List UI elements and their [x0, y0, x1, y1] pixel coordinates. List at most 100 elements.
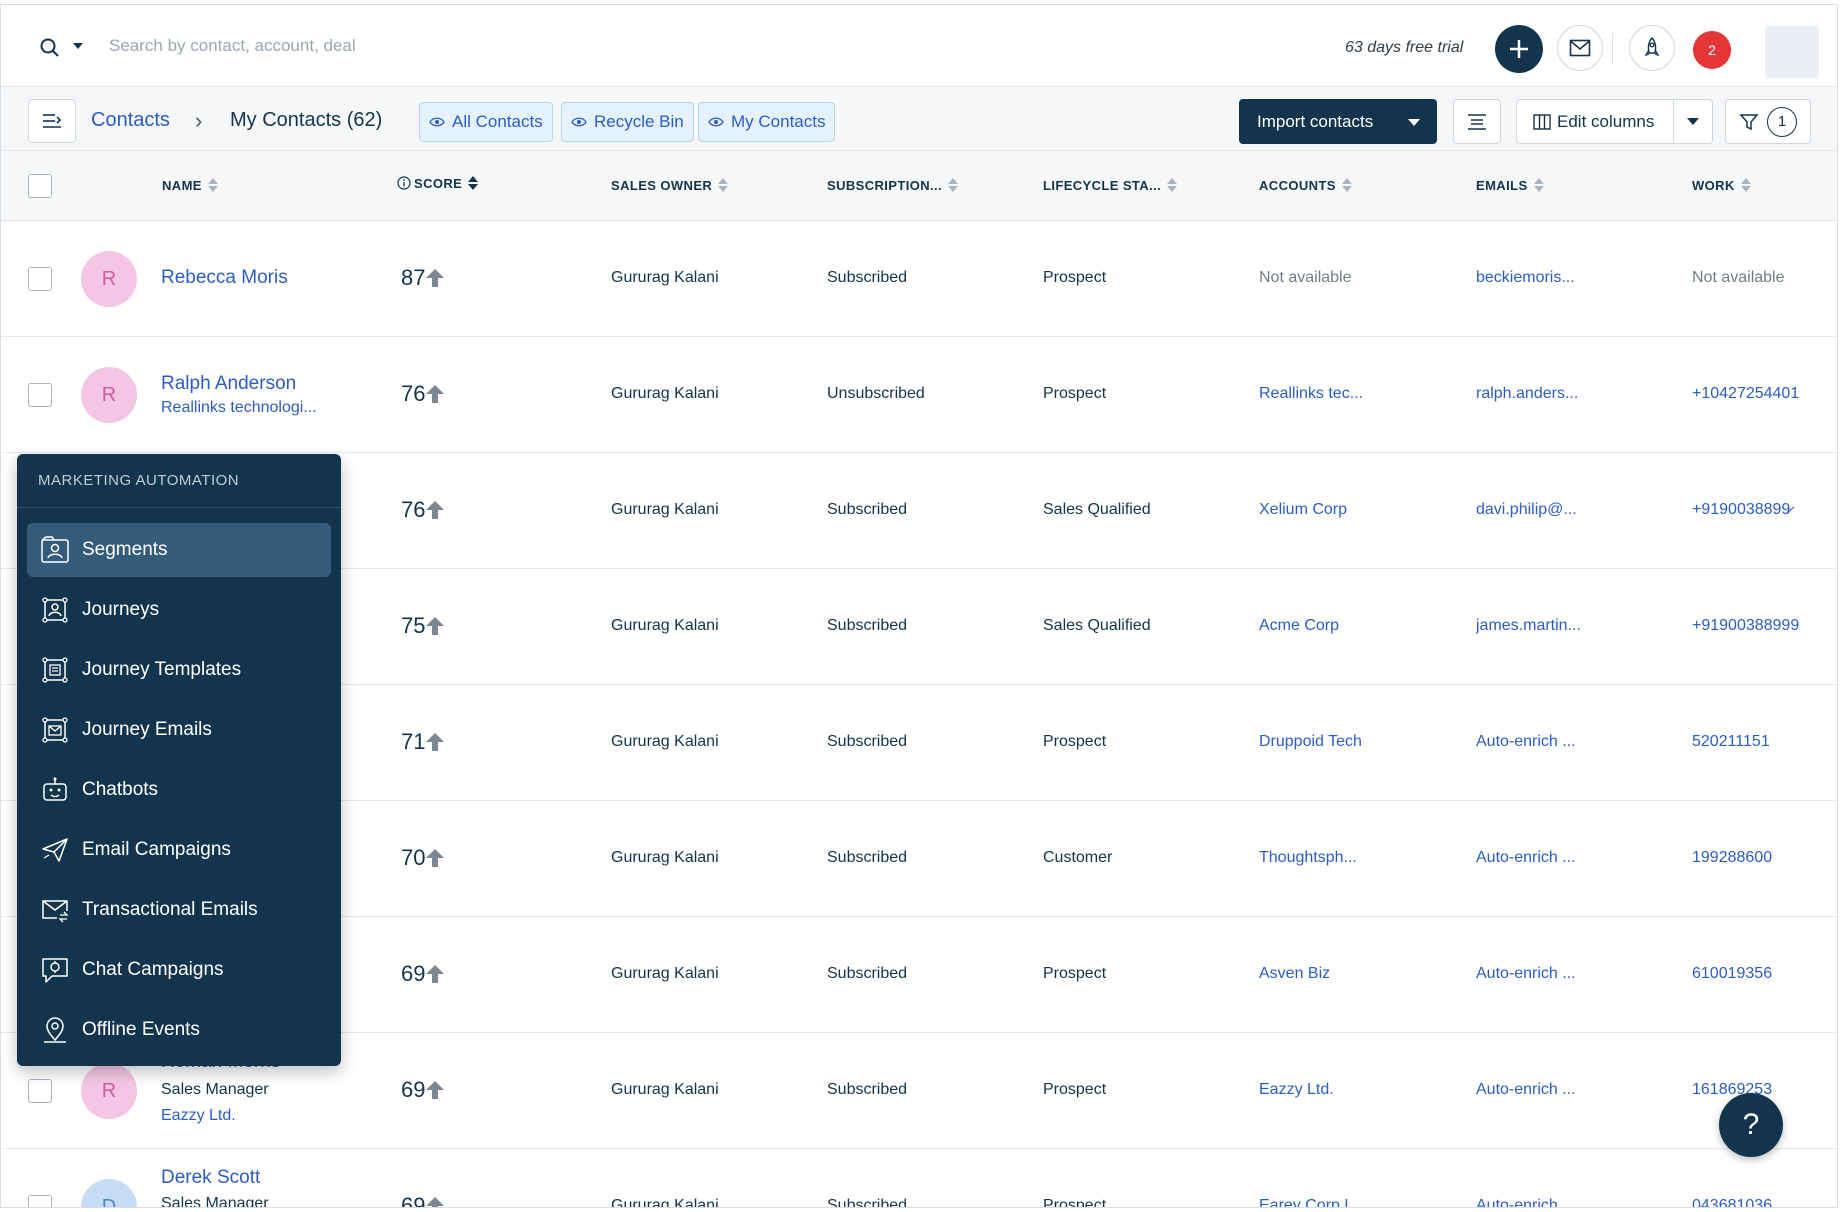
avatar[interactable]: R	[81, 367, 137, 423]
lifecycle-cell: Sales Qualified	[1043, 501, 1151, 518]
account-cell[interactable]: Acme Corp	[1259, 617, 1339, 635]
table-row[interactable]: R Rebecca Moris 87 Gururag Kalani Subscr…	[1, 221, 1837, 337]
edit-columns-dropdown-button[interactable]	[1673, 99, 1713, 144]
account-cell[interactable]: Reallinks tec...	[1259, 385, 1363, 403]
score-value: 69	[401, 961, 445, 987]
menu-item-journey-emails[interactable]: Journey Emails	[27, 703, 331, 757]
table-row[interactable]: D Derek Scott Sales Manager 69 Gururag K…	[1, 1149, 1837, 1207]
email-cell[interactable]: Auto-enrich ...	[1476, 1197, 1576, 1207]
email-cell[interactable]: ralph.anders...	[1476, 385, 1578, 403]
work-phone-cell[interactable]: 043681036	[1692, 1197, 1772, 1207]
menu-item-offline-events[interactable]: Offline Events	[27, 1003, 331, 1057]
contact-company-link[interactable]: Eazzy Ltd.	[161, 1107, 236, 1125]
work-phone-cell[interactable]: +9190038899̷	[1692, 501, 1810, 519]
row-density-button[interactable]	[1453, 99, 1501, 144]
user-avatar[interactable]	[1765, 26, 1819, 78]
menu-item-chatbots[interactable]: Chatbots	[27, 763, 331, 817]
view-chip-all-contacts[interactable]: All Contacts	[419, 102, 553, 142]
email-cell[interactable]: Auto-enrich ...	[1476, 733, 1576, 751]
page-title: My Contacts (62)	[230, 109, 383, 131]
score-number: 71	[401, 729, 426, 754]
avatar[interactable]: R	[81, 1063, 137, 1119]
score-value: 69	[401, 1193, 445, 1207]
contact-name-link[interactable]: Rebecca Moris	[161, 267, 288, 289]
column-header-emails[interactable]: EMAILS	[1476, 177, 1544, 193]
sort-desc-icon	[468, 175, 479, 191]
table-row[interactable]: R Ralph Anderson Reallinks technologi...…	[1, 337, 1837, 453]
row-checkbox[interactable]	[28, 1195, 52, 1207]
work-phone-cell[interactable]: 610019356	[1692, 965, 1772, 983]
column-header-work[interactable]: WORK	[1692, 177, 1751, 193]
avatar[interactable]: R	[81, 251, 137, 307]
avatar[interactable]: D	[81, 1179, 137, 1207]
menu-item-transactional-emails[interactable]: Transactional Emails	[27, 883, 331, 937]
view-chip-my-contacts[interactable]: My Contacts	[698, 102, 836, 142]
email-cell[interactable]: james.martin...	[1476, 617, 1581, 635]
email-cell[interactable]: Auto-enrich ...	[1476, 849, 1576, 867]
column-header-subscription[interactable]: SUBSCRIPTION...	[827, 177, 959, 193]
lifecycle-cell: Prospect	[1043, 385, 1107, 402]
work-phone-cell[interactable]: 520211151	[1692, 733, 1770, 751]
column-label: LIFECYCLE STA...	[1043, 177, 1162, 193]
email-button[interactable]	[1557, 25, 1603, 71]
menu-item-email-campaigns[interactable]: Email Campaigns	[27, 823, 331, 877]
work-phone-cell[interactable]: +10427254401	[1692, 385, 1822, 403]
info-icon	[397, 176, 411, 190]
menu-divider	[17, 507, 341, 508]
row-checkbox[interactable]	[28, 383, 52, 407]
contact-name-link[interactable]: Derek Scott	[161, 1167, 260, 1189]
row-checkbox[interactable]	[28, 267, 52, 291]
email-cell[interactable]: Auto-enrich ...	[1476, 1081, 1576, 1099]
lifecycle-cell: Prospect	[1043, 965, 1107, 982]
column-label: SCORE	[414, 175, 463, 191]
account-cell[interactable]: Earey Corp L...	[1259, 1197, 1367, 1207]
column-header-accounts[interactable]: ACCOUNTS	[1259, 177, 1352, 193]
menu-item-label: Journey Emails	[82, 719, 212, 740]
contact-name-link[interactable]: Ralph Anderson	[161, 373, 296, 395]
menu-item-journeys[interactable]: Journeys	[27, 583, 331, 637]
sort-icon	[1740, 177, 1751, 193]
account-cell[interactable]: Xelium Corp	[1259, 501, 1347, 519]
help-button[interactable]: ?	[1719, 1093, 1783, 1157]
search-icon[interactable]	[39, 37, 61, 59]
account-cell[interactable]: Thoughtsph...	[1259, 849, 1357, 867]
work-phone-cell[interactable]: +91900388999	[1692, 617, 1810, 635]
column-header-score[interactable]: SCORE	[397, 175, 479, 191]
journey-emails-icon	[42, 717, 68, 743]
select-all-checkbox[interactable]	[28, 174, 52, 198]
column-header-sales-owner[interactable]: SALES OWNER	[611, 177, 729, 193]
import-dropdown-icon[interactable]	[1408, 119, 1420, 126]
column-header-lifecycle-stage[interactable]: LIFECYCLE STA...	[1043, 177, 1178, 193]
score-number: 69	[401, 961, 426, 986]
work-phone-cell[interactable]: 199288600	[1692, 849, 1772, 867]
view-chip-label: My Contacts	[731, 112, 826, 131]
search-scope-dropdown-icon[interactable]	[73, 43, 83, 49]
menu-item-chat-campaigns[interactable]: Chat Campaigns	[27, 943, 331, 997]
sidebar-toggle-button[interactable]	[28, 99, 76, 143]
quick-add-button[interactable]	[1495, 25, 1543, 73]
view-chip-recycle-bin[interactable]: Recycle Bin	[561, 102, 694, 142]
email-cell[interactable]: Auto-enrich ...	[1476, 965, 1576, 983]
view-chip-label: All Contacts	[452, 112, 543, 131]
breadcrumb-contacts-link[interactable]: Contacts	[91, 109, 170, 132]
row-checkbox[interactable]	[28, 1079, 52, 1103]
column-header-name[interactable]: NAME	[162, 177, 218, 193]
onboarding-button[interactable]	[1629, 25, 1675, 71]
email-cell[interactable]: beckiemoris...	[1476, 269, 1575, 287]
top-bar: 63 days free trial 2	[1, 5, 1837, 87]
notification-badge[interactable]: 2	[1693, 31, 1731, 69]
edit-columns-button[interactable]: Edit columns	[1516, 99, 1674, 144]
account-cell[interactable]: Eazzy Ltd.	[1259, 1081, 1334, 1099]
contact-company-link[interactable]: Reallinks technologi...	[161, 399, 317, 417]
account-cell[interactable]: Druppoid Tech	[1259, 733, 1362, 751]
contact-job-title: Sales Manager	[161, 1081, 269, 1098]
global-search-input[interactable]	[109, 31, 629, 61]
menu-item-segments[interactable]: Segments	[27, 523, 331, 577]
score-number: 70	[401, 845, 426, 870]
menu-item-journey-templates[interactable]: Journey Templates	[27, 643, 331, 697]
account-cell[interactable]: Asven Biz	[1259, 965, 1330, 983]
sort-icon	[1341, 177, 1352, 193]
filter-button[interactable]: 1	[1725, 99, 1811, 144]
arrow-up-icon	[426, 1197, 445, 1207]
email-cell[interactable]: davi.philip@...	[1476, 501, 1577, 519]
